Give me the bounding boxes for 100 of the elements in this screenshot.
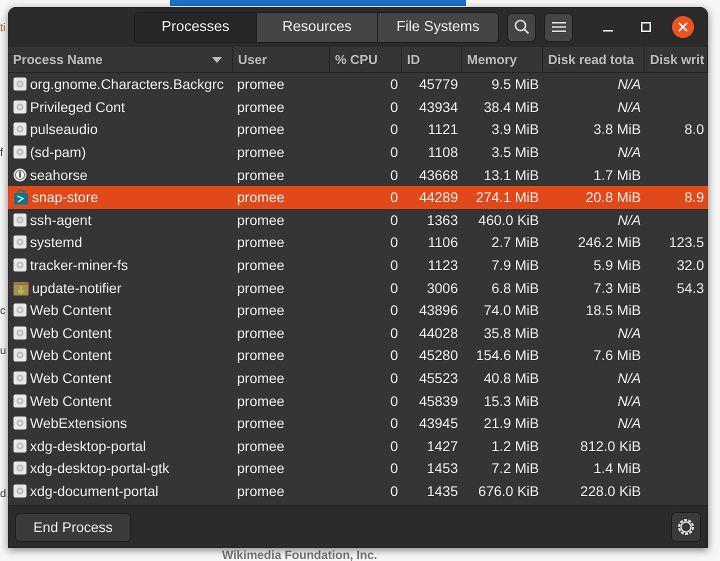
user-cell: promee — [237, 302, 284, 318]
settings-button[interactable] — [671, 512, 701, 542]
process-row[interactable]: systemd promee 0 1106 2.7 MiB 246.2 MiB 123.5 — [8, 231, 708, 254]
memory-cell: 2.7 MiB — [492, 234, 539, 250]
id-cell: 43945 — [419, 415, 458, 432]
memory-cell: 7.9 MiB — [492, 257, 539, 274]
menu-button[interactable] — [544, 12, 573, 42]
memory-cell: 154.6 MiB — [476, 347, 539, 364]
memory-cell: 35.8 MiB — [484, 324, 539, 341]
id-cell: 1427 — [426, 438, 458, 454]
disk-write-cell: 8.9 — [684, 189, 704, 206]
app-icon — [13, 416, 27, 430]
process-row[interactable]: xdg-desktop-portal promee 0 1427 1.2 MiB 812.0 KiB — [8, 434, 708, 458]
id-cell: 44289 — [419, 189, 458, 206]
column-header[interactable]: Memory — [462, 47, 543, 72]
process-row[interactable]: Web Content promee 0 45523 40.8 MiB N/A — [8, 366, 708, 390]
user-cell: promee — [237, 257, 284, 274]
page-text: c — [0, 305, 6, 317]
app-icon — [13, 438, 27, 453]
cpu-cell: 0 — [390, 121, 398, 138]
page-footer-text: Wikimedia Foundation, Inc. — [222, 548, 378, 561]
memory-cell: 40.8 MiB — [484, 370, 539, 386]
id-cell: 43934 — [419, 98, 458, 115]
process-name: seahorse — [30, 166, 88, 183]
column-header[interactable]: Process Name — [8, 47, 233, 72]
tab[interactable]: Processes — [135, 12, 256, 42]
disk-read-cell: 1.7 MiB — [594, 166, 641, 183]
end-process-button[interactable]: End Process — [15, 512, 131, 542]
memory-cell: 460.0 KiB — [478, 212, 539, 228]
maximize-icon — [641, 22, 651, 32]
disk-read-cell: N/A — [618, 76, 641, 92]
process-row[interactable]: seahorse promee 0 43668 13.1 MiB 1.7 MiB — [8, 163, 708, 186]
app-icon — [13, 212, 27, 227]
column-header[interactable]: User — [233, 47, 330, 72]
keyhole-icon — [13, 168, 27, 182]
process-row[interactable]: Web Content promee 0 44028 35.8 MiB N/A — [8, 322, 708, 344]
process-row[interactable]: pulseaudio promee 0 1121 3.9 MiB 3.8 MiB 8.0 — [8, 118, 708, 141]
process-row[interactable]: ssh-agent promee 0 1363 460.0 KiB N/A — [8, 208, 708, 232]
process-row[interactable]: Web Content promee 0 43896 74.0 MiB 18.5 MiB — [8, 298, 708, 322]
process-row[interactable]: xdg-desktop-portal-gtk promee 0 1453 7.2 MiB 1.4 MiB — [8, 457, 708, 480]
search-button[interactable] — [507, 12, 536, 42]
process-row[interactable]: Web Content promee 0 45839 15.3 MiB N/A — [8, 389, 708, 412]
cpu-cell: 0 — [390, 144, 398, 160]
user-cell: promee — [237, 324, 284, 341]
app-icon — [13, 122, 27, 136]
cpu-cell: 0 — [390, 98, 398, 115]
disk-read-cell: N/A — [618, 324, 641, 341]
user-cell: promee — [237, 482, 284, 499]
memory-cell: 21.9 MiB — [484, 415, 539, 432]
disk-read-cell: 228.0 KiB — [580, 482, 641, 499]
process-name: systemd — [30, 234, 82, 250]
process-name: Web Content — [30, 302, 112, 318]
cpu-cell: 0 — [390, 482, 398, 499]
close-button[interactable] — [672, 16, 694, 38]
process-row[interactable]: update-notifier promee 0 3006 6.8 MiB 7.3 MiB 54.3 — [8, 276, 708, 299]
process-row[interactable]: (sd-pam) promee 0 1108 3.5 MiB N/A — [8, 140, 708, 164]
cpu-cell: 0 — [390, 257, 398, 274]
shopping-bag-icon — [13, 189, 29, 206]
process-row[interactable]: tracker-miner-fs promee 0 1123 7.9 MiB 5.9 MiB 32.0 — [8, 254, 708, 276]
column-header[interactable]: Disk writ — [645, 47, 708, 72]
disk-write-cell: 8.0 — [684, 121, 704, 138]
process-row[interactable]: Privileged Cont promee 0 43934 38.4 MiB N/A — [8, 96, 708, 118]
search-icon — [514, 19, 530, 35]
disk-read-cell: 3.8 MiB — [594, 121, 641, 138]
tab[interactable]: File Systems — [377, 12, 498, 42]
user-cell: promee — [237, 212, 284, 228]
memory-cell: 3.5 MiB — [492, 144, 539, 160]
id-cell: 1435 — [426, 482, 458, 499]
disk-read-cell: N/A — [618, 144, 641, 160]
disk-write-cell: 32.0 — [676, 257, 704, 274]
memory-cell: 74.0 MiB — [484, 302, 539, 318]
process-row[interactable]: xdg-document-portal promee 0 1435 676.0 KiB 228.0 KiB — [8, 480, 708, 502]
id-cell: 1108 — [428, 144, 458, 160]
process-name: Privileged Cont — [30, 98, 125, 115]
tab[interactable]: Resources — [256, 12, 377, 42]
process-name: xdg-document-portal — [30, 482, 158, 499]
disk-read-cell: N/A — [618, 415, 641, 432]
column-header[interactable]: % CPU — [330, 47, 402, 72]
process-row[interactable]: WebExtensions promee 0 43945 21.9 MiB N/A — [8, 412, 708, 434]
memory-cell: 6.8 MiB — [492, 280, 539, 296]
menu-icon — [552, 21, 566, 33]
disk-read-cell: N/A — [618, 370, 641, 386]
process-row[interactable]: Web Content promee 0 45280 154.6 MiB 7.6 MiB — [8, 344, 708, 367]
process-row[interactable]: org.gnome.Characters.Backgrc promee 0 45779 9.5 MiB N/A — [8, 73, 708, 96]
user-cell: promee — [237, 98, 284, 115]
app-icon — [13, 484, 27, 498]
process-name: ssh-agent — [30, 212, 92, 228]
id-cell: 44028 — [419, 324, 458, 341]
memory-cell: 1.2 MiB — [492, 438, 539, 454]
user-cell: promee — [237, 392, 284, 409]
app-icon — [13, 100, 27, 114]
column-header[interactable]: Disk read tota — [543, 47, 645, 72]
app-icon — [13, 145, 27, 160]
app-icon — [13, 348, 27, 362]
column-header[interactable]: ID — [402, 47, 462, 72]
process-name: snap-store — [32, 189, 98, 206]
memory-cell: 7.2 MiB — [492, 460, 539, 476]
app-icon — [13, 371, 27, 386]
disk-read-cell: 1.4 MiB — [594, 460, 641, 476]
process-name: Web Content — [30, 370, 112, 386]
